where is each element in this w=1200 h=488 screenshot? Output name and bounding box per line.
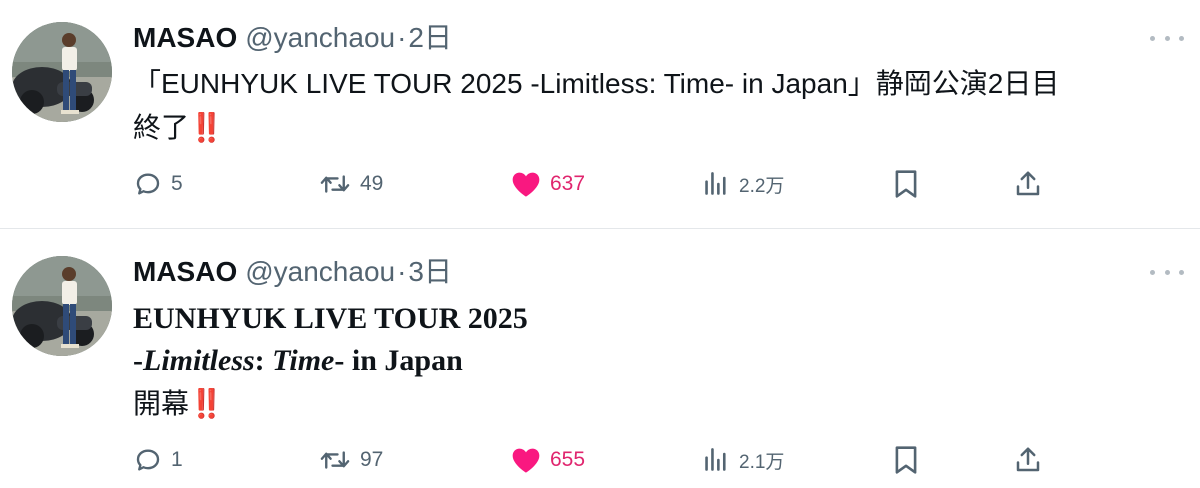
- share-button[interactable]: [1013, 164, 1043, 204]
- share-icon: [1016, 171, 1040, 196]
- text-fragment: :: [254, 344, 273, 377]
- text-fragment-italic: Limitless: [143, 344, 255, 377]
- avatar[interactable]: [12, 256, 112, 356]
- dot-icon: [1150, 269, 1155, 275]
- reply-count: 5: [171, 172, 183, 195]
- views-icon: [705, 448, 726, 471]
- text-fragment-italic: Time: [272, 344, 335, 377]
- views-button[interactable]: 2.1万: [703, 440, 784, 480]
- view-count: 2.2万: [739, 175, 785, 197]
- retweet-button[interactable]: 97: [318, 440, 383, 480]
- bookmark-button[interactable]: [893, 164, 919, 204]
- text-fragment: - in Japan: [334, 344, 463, 377]
- like-button[interactable]: 637: [510, 164, 585, 204]
- separator: ·: [397, 22, 407, 53]
- dot-icon: [1164, 35, 1170, 41]
- heart-icon: [512, 172, 540, 197]
- retweet-button[interactable]: 49: [318, 164, 383, 204]
- action-bar: 5 49 637 2.2万: [0, 164, 1200, 204]
- double-exclamation-emoji: ‼️: [189, 112, 224, 143]
- reply-icon: [136, 173, 160, 195]
- share-button[interactable]: [1013, 440, 1043, 480]
- retweet-count: 49: [360, 172, 384, 195]
- tweet[interactable]: MASAO @yanchaou·2日 「EUNHYUK LIVE TOUR 202…: [0, 0, 1200, 229]
- avatar[interactable]: [12, 22, 112, 122]
- share-icon: [1016, 447, 1040, 472]
- dot-icon: [1150, 35, 1155, 41]
- tweet-text-line: 終了‼️: [133, 106, 1178, 150]
- tweet-text-word: 終了: [133, 112, 190, 143]
- bookmark-icon: [895, 446, 917, 474]
- author-handle[interactable]: @yanchaou: [245, 22, 395, 53]
- more-options-button[interactable]: [1150, 264, 1184, 280]
- retweet-icon: [320, 451, 350, 469]
- heart-icon: [512, 448, 540, 473]
- reply-button[interactable]: 1: [133, 440, 183, 480]
- tweet-text-line: 「EUNHYUK LIVE TOUR 2025 -Limitless: Time…: [133, 68, 1060, 99]
- views-icon: [705, 172, 726, 195]
- tweet-text-line: 開幕‼️: [133, 382, 1178, 426]
- tweet-text-word: 開幕: [133, 388, 190, 419]
- tweet-header: MASAO @yanchaou·3日: [133, 254, 452, 290]
- tweet[interactable]: MASAO @yanchaou·3日 EUNHYUK LIVE TOUR 2025…: [0, 230, 1200, 488]
- tweet-date[interactable]: 2日: [408, 22, 452, 53]
- like-count: 637: [550, 172, 586, 195]
- like-count: 655: [550, 448, 586, 471]
- bookmark-icon: [895, 170, 917, 198]
- like-button[interactable]: 655: [510, 440, 585, 480]
- reply-count: 1: [171, 448, 183, 471]
- author-name[interactable]: MASAO: [133, 22, 237, 53]
- tweet-date[interactable]: 3日: [408, 256, 452, 287]
- retweet-count: 97: [360, 448, 384, 471]
- tweet-header: MASAO @yanchaou·2日: [133, 20, 452, 56]
- retweet-icon: [320, 175, 350, 193]
- double-exclamation-emoji: ‼️: [189, 388, 224, 419]
- more-options-button[interactable]: [1150, 30, 1184, 46]
- reply-icon: [136, 449, 160, 471]
- dot-icon: [1179, 35, 1184, 41]
- author-handle[interactable]: @yanchaou: [245, 256, 395, 287]
- dot-icon: [1179, 269, 1184, 275]
- tweet-text: EUNHYUK LIVE TOUR 2025 -Limitless: Time-…: [133, 298, 1178, 426]
- tweet-text: 「EUNHYUK LIVE TOUR 2025 -Limitless: Time…: [133, 62, 1178, 150]
- views-button[interactable]: 2.2万: [703, 164, 784, 204]
- author-name[interactable]: MASAO: [133, 256, 237, 287]
- separator: ·: [397, 256, 407, 287]
- tweet-text-line: EUNHYUK LIVE TOUR 2025: [133, 302, 528, 335]
- reply-button[interactable]: 5: [133, 164, 183, 204]
- bookmark-button[interactable]: [893, 440, 919, 480]
- view-count: 2.1万: [739, 451, 785, 473]
- action-bar: 1 97 655 2.1万: [0, 440, 1200, 480]
- tweet-text-line: -Limitless: Time- in Japan: [133, 340, 1178, 382]
- text-fragment: -: [133, 344, 143, 377]
- dot-icon: [1164, 269, 1170, 275]
